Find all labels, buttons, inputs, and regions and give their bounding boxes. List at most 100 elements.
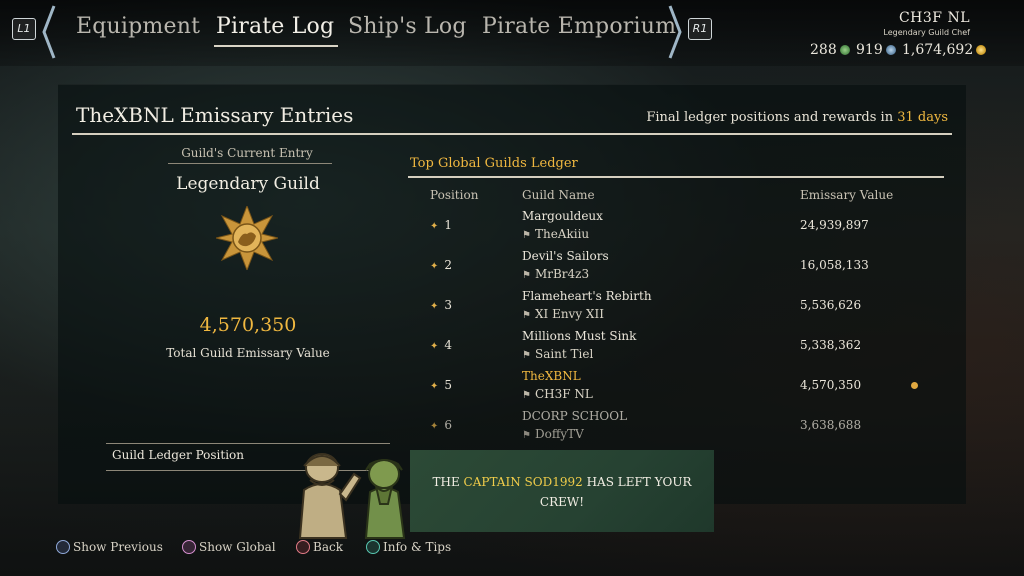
- doubloon-icon: [839, 45, 850, 55]
- flag-icon: ⚑: [522, 230, 531, 241]
- flag-icon: ⚑: [522, 430, 531, 441]
- guild-name: Devil's Sailors: [522, 249, 609, 263]
- row-position: ✦ 4: [430, 338, 452, 352]
- info-tips-button[interactable]: Info & Tips: [366, 540, 451, 554]
- tab-pirate-log[interactable]: Pirate Log: [213, 14, 339, 47]
- table-row[interactable]: ✦ 2 Devil's Sailors ⚑ MrBr4z3 16,058,133: [420, 248, 930, 288]
- page-title: TheXBNL Emissary Entries: [76, 103, 354, 127]
- current-entry-name: Legendary Guild: [176, 174, 320, 194]
- total-emissary-label: Total Guild Emissary Value: [166, 346, 330, 360]
- triangle-button-icon: [366, 540, 380, 554]
- tab-pirate-emporium[interactable]: Pirate Emporium: [482, 14, 676, 39]
- table-row[interactable]: ✦ 6 DCORP SCHOOL ⚑ DoffyTV 3,638,688: [420, 408, 930, 448]
- captain-name: Saint Tiel: [534, 347, 594, 361]
- column-header-emissary-value: Emissary Value: [800, 188, 894, 202]
- table-row[interactable]: ✦ 4 Millions Must Sink ⚑ Saint Tiel 5,338,…: [420, 328, 930, 368]
- guild-captain: ⚑ CH3F NL: [522, 387, 593, 401]
- captain-name: MrBr4z3: [534, 267, 590, 281]
- guild-name: Margouldeux: [522, 209, 603, 223]
- guild-name: Millions Must Sink: [522, 329, 637, 343]
- guild-captain: ⚑ XI Envy XII: [522, 307, 604, 321]
- total-emissary-value: 4,570,350: [199, 314, 297, 336]
- circle-button-icon: [296, 540, 310, 554]
- emissary-value: 3,638,688: [800, 418, 862, 432]
- ancient-coin-icon: [885, 45, 896, 55]
- tab-equipment[interactable]: Equipment: [76, 14, 200, 39]
- star-icon: ✦: [430, 301, 439, 312]
- star-icon: ✦: [430, 261, 439, 272]
- show-previous-button[interactable]: Show Previous: [56, 540, 163, 554]
- r1-bumper-button[interactable]: R1: [688, 18, 712, 40]
- ledger-note-text: Final ledger positions and rewards in: [646, 110, 894, 125]
- position-value: 6: [444, 418, 453, 432]
- player-title: Legendary Guild Chef: [883, 28, 970, 37]
- table-row[interactable]: ✦ 1 Margouldeux ⚑ TheAkiiu 24,939,897: [420, 208, 930, 248]
- entry-divider: [168, 163, 332, 164]
- flag-icon: ⚑: [522, 390, 531, 401]
- ancient-coins-value: 919: [856, 42, 883, 58]
- row-position: ✦ 1: [430, 218, 452, 232]
- guild-captain: ⚑ TheAkiiu: [522, 227, 589, 241]
- doubloons-value: 288: [810, 42, 837, 58]
- flag-icon: ⚑: [522, 350, 531, 361]
- captain-name: TheAkiiu: [534, 227, 590, 241]
- guild-name: TheXBNL: [522, 369, 581, 383]
- emissary-value: 24,939,897: [800, 218, 869, 232]
- guild-captain: ⚑ DoffyTV: [522, 427, 584, 441]
- ledger-title: Top Global Guilds Ledger: [410, 156, 578, 171]
- position-value: 5: [444, 378, 453, 392]
- player-name: CH3F NL: [898, 10, 970, 26]
- emissary-value: 4,570,350: [800, 378, 862, 392]
- row-position: ✦ 6: [430, 418, 452, 432]
- emissary-value: 5,536,626: [800, 298, 862, 312]
- title-divider: [72, 133, 952, 135]
- position-value: 1: [444, 218, 453, 232]
- gold-counter: 1,674,692: [902, 42, 987, 58]
- star-icon: ✦: [430, 381, 439, 392]
- position-value: 4: [444, 338, 453, 352]
- captain-name: CH3F NL: [534, 387, 593, 401]
- doubloons-counter: 288: [810, 42, 850, 58]
- position-value: 3: [444, 298, 453, 312]
- gold-value: 1,674,692: [902, 42, 974, 58]
- back-label: Back: [313, 540, 343, 554]
- captain-name: XI Envy XII: [534, 307, 604, 321]
- star-icon: ✦: [430, 341, 439, 352]
- back-button[interactable]: Back: [296, 540, 343, 554]
- crew-left-notification: THE CAPTAIN SOD1992 HAS LEFT YOUR CREW!: [410, 450, 714, 532]
- l1-bumper-button[interactable]: L1: [12, 18, 36, 40]
- show-global-button[interactable]: Show Global: [182, 540, 276, 554]
- position-value: 2: [444, 258, 453, 272]
- notification-captain-name: CAPTAIN SOD1992: [463, 475, 583, 489]
- table-row[interactable]: ✦ 3 Flameheart's Rebirth ⚑ XI Envy XII 5,5…: [420, 288, 930, 328]
- row-position: ✦ 5: [430, 378, 452, 392]
- captain-name: DoffyTV: [534, 427, 584, 441]
- star-icon: ✦: [430, 221, 439, 232]
- guild-captain: ⚑ Saint Tiel: [522, 347, 593, 361]
- chevron-right-icon[interactable]: [666, 4, 684, 60]
- column-header-position: Position: [430, 188, 479, 202]
- chevron-left-icon[interactable]: [40, 4, 58, 60]
- notification-prefix: THE: [432, 475, 460, 489]
- row-position: ✦ 3: [430, 298, 452, 312]
- ledger-days-remaining: 31 days: [897, 110, 948, 125]
- guild-name: Flameheart's Rebirth: [522, 289, 652, 303]
- star-icon: ✦: [430, 421, 439, 432]
- own-guild-marker-icon: [911, 382, 918, 389]
- tab-ships-log[interactable]: Ship's Log: [348, 14, 467, 39]
- column-header-guild-name: Guild Name: [522, 188, 595, 202]
- notification-text: THE CAPTAIN SOD1992 HAS LEFT YOUR CREW!: [420, 472, 704, 512]
- current-entry-heading: Guild's Current Entry: [181, 146, 313, 160]
- cross-button-icon: [56, 540, 70, 554]
- pirates-illustration-icon: [298, 453, 406, 539]
- emissary-value: 16,058,133: [800, 258, 869, 272]
- flag-icon: ⚑: [522, 310, 531, 321]
- table-row-own-guild[interactable]: ✦ 5 TheXBNL ⚑ CH3F NL 4,570,350: [420, 368, 930, 408]
- guild-captain: ⚑ MrBr4z3: [522, 267, 589, 281]
- ledger-countdown: Final ledger positions and rewards in 31…: [646, 110, 948, 125]
- player-info: CH3F NL Legendary Guild Chef: [883, 10, 970, 37]
- guild-ledger-position-label: Guild Ledger Position: [112, 448, 244, 462]
- show-previous-label: Show Previous: [73, 540, 163, 554]
- row-position: ✦ 2: [430, 258, 452, 272]
- ancient-coins-counter: 919: [856, 42, 896, 58]
